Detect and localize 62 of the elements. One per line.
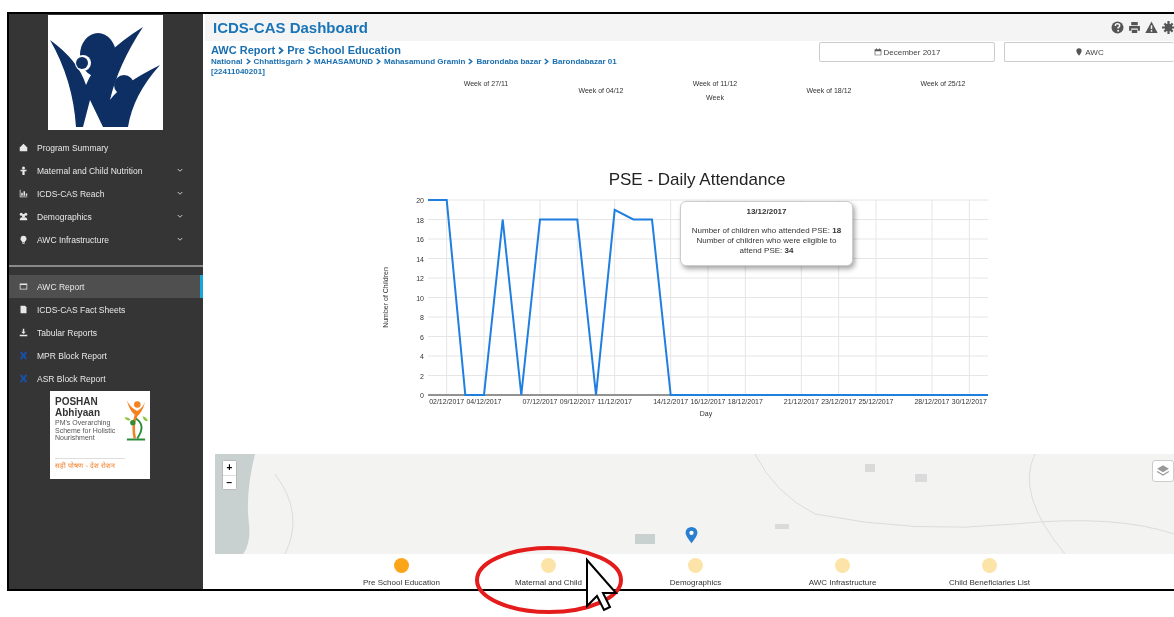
sidebar-item[interactable]: MPR Block Report xyxy=(9,344,203,367)
breadcrumb-link[interactable]: Chhattisgarh xyxy=(253,57,303,66)
bar-chart-icon xyxy=(19,189,28,198)
sidebar-item[interactable]: ASR Block Report xyxy=(9,367,203,390)
home-icon xyxy=(19,143,28,152)
document-icon xyxy=(19,305,28,314)
awc-code: [22411040201] xyxy=(211,67,266,76)
filter-button[interactable]: December 2017 xyxy=(819,42,995,62)
location-pin-icon xyxy=(1075,48,1084,56)
layers-button[interactable] xyxy=(1152,460,1174,482)
print-button[interactable] xyxy=(1127,20,1142,35)
download-icon xyxy=(19,328,28,337)
legend-label: Demographics xyxy=(669,578,722,587)
breadcrumb-link[interactable]: Barondaba bazar xyxy=(476,57,542,66)
legend-label: Pre School Education xyxy=(363,578,440,587)
cross-icon xyxy=(19,351,28,360)
settings-button[interactable] xyxy=(1161,20,1174,35)
chevron-right-icon xyxy=(468,58,474,65)
breadcrumb-link[interactable]: MAHASAMUND xyxy=(313,57,373,66)
sidebar-item[interactable]: Maternal and Child Nutrition xyxy=(9,159,203,182)
sidebar-item[interactable]: AWC Infrastructure xyxy=(9,228,203,251)
legend-dot[interactable] xyxy=(688,558,703,573)
legend-dot[interactable] xyxy=(541,558,556,573)
report-icon xyxy=(19,282,28,291)
report-title-link[interactable]: Pre School Education xyxy=(287,44,401,56)
sidebar-item[interactable]: AWC Report xyxy=(9,275,203,298)
legend-label: Child Beneficiaries List xyxy=(949,578,1030,587)
breadcrumb-link[interactable]: National xyxy=(211,57,243,66)
breadcrumb-link[interactable]: Mahasamund Gramin xyxy=(384,57,466,66)
legend-dot[interactable] xyxy=(394,558,409,573)
warning-button[interactable] xyxy=(1144,20,1159,35)
chevron-right-icon xyxy=(544,58,550,65)
sidebar-item[interactable]: Demographics xyxy=(9,205,203,228)
legend-label: Maternal and Child xyxy=(514,578,583,587)
tooltip-title: 13/12/2017 xyxy=(745,207,788,216)
logo-text: Abhiyaan xyxy=(55,407,101,418)
legend-label: AWC Infrastructure xyxy=(808,578,877,587)
person-icon xyxy=(19,166,28,175)
legend-dot[interactable] xyxy=(835,558,850,573)
help-button[interactable] xyxy=(1110,20,1125,35)
breadcrumb-link[interactable]: Barondabazar 01 xyxy=(552,57,617,66)
app-title: ICDS-CAS Dashboard xyxy=(213,19,369,36)
people-icon xyxy=(19,212,28,221)
sidebar-item[interactable]: Tabular Reports xyxy=(9,321,203,344)
map-pin-icon[interactable] xyxy=(685,526,698,544)
lightbulb-icon xyxy=(19,235,28,244)
cross-icon xyxy=(19,374,28,383)
chevron-right-icon xyxy=(278,45,285,55)
logo-text: POSHAN xyxy=(55,396,99,407)
layers-icon xyxy=(1156,464,1170,478)
filter-button[interactable]: AWC xyxy=(1004,42,1174,62)
chart-title: PSE - Daily Attendance xyxy=(608,170,786,189)
chevron-right-icon xyxy=(376,58,381,65)
chevron-right-icon xyxy=(245,58,251,65)
sidebar-item[interactable]: ICDS-CAS Reach xyxy=(9,182,203,205)
legend-dot[interactable] xyxy=(982,558,997,573)
tooltip-text: Number of children who attended PSE: 18 Number of children who were eligible to attend PSE: 34 xyxy=(690,226,843,256)
sidebar-item[interactable]: ICDS-CAS Fact Sheets xyxy=(9,298,203,321)
chevron-right-icon xyxy=(305,58,311,65)
sidebar-item[interactable]: Program Summary xyxy=(9,136,203,159)
report-title-link[interactable]: AWC Report xyxy=(211,44,276,56)
zoom-out-button[interactable]: − xyxy=(223,475,236,489)
